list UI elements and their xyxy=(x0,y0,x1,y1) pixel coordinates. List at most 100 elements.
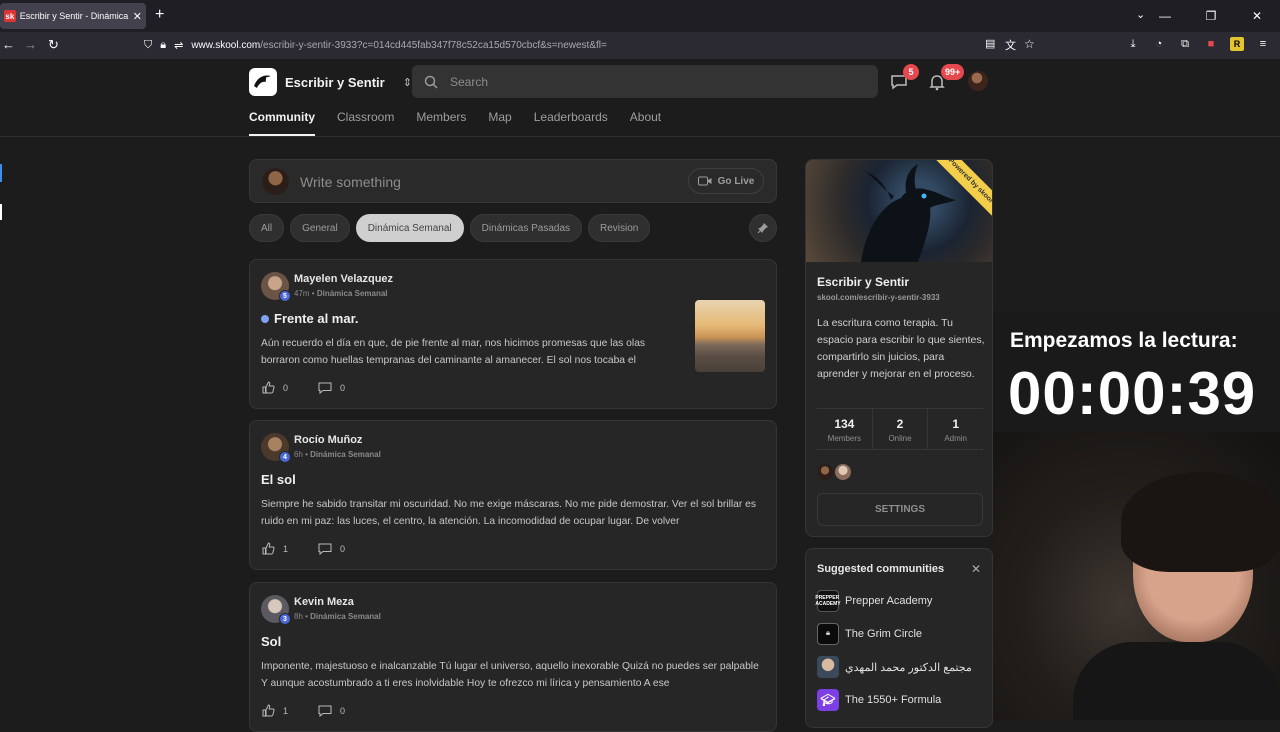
suggested-item[interactable]: PREPPER ACADEMY Prepper Academy xyxy=(815,590,932,612)
post-card[interactable]: 5 Mayelen Velazquez 47m • Dinámica Seman… xyxy=(249,259,777,409)
extension-r-icon[interactable]: R xyxy=(1230,37,1244,51)
community-card-name: Escribir y Sentir xyxy=(817,275,910,289)
stat-admin[interactable]: 1 Admin xyxy=(928,409,983,449)
suggested-item[interactable]: مجتمع الدكتور محمد المهدي xyxy=(817,656,972,678)
tab-title: Escribir y Sentir - Dinámica Semanal xyxy=(19,11,129,21)
minimize-icon[interactable]: — xyxy=(1142,9,1188,23)
post-body[interactable]: Imponente, majestuoso e inalcanzable Tú … xyxy=(261,658,761,692)
search-input[interactable] xyxy=(450,74,850,89)
level-badge: 5 xyxy=(279,290,291,302)
like-count: 0 xyxy=(283,382,289,393)
user-avatar[interactable] xyxy=(968,71,988,91)
like-icon[interactable] xyxy=(262,542,275,555)
prepper-academy-logo-icon: PREPPER ACADEMY xyxy=(815,590,841,612)
filter-general[interactable]: General xyxy=(290,214,350,242)
post-author[interactable]: Kevin Meza xyxy=(294,596,354,608)
browser-tab[interactable]: sk Escribir y Sentir - Dinámica Semanal … xyxy=(0,3,146,29)
extensions-icon[interactable]: ⧉ xyxy=(1178,37,1192,51)
comment-icon[interactable] xyxy=(318,543,332,555)
lock-icon[interactable]: 🔒︎ xyxy=(160,39,166,52)
post-body[interactable]: Siempre he sabido transitar mi oscuridad… xyxy=(261,496,761,530)
url-text[interactable]: www.skool.com/escribir-y-sentir-3933?c=0… xyxy=(191,40,607,51)
comment-icon[interactable] xyxy=(318,705,332,717)
member-avatars xyxy=(817,464,851,480)
translate-icon[interactable]: 文 xyxy=(1005,37,1016,53)
browser-tab-bar: sk Escribir y Sentir - Dinámica Semanal … xyxy=(0,0,1280,32)
unread-dot-icon xyxy=(261,314,269,323)
post-meta: 6h • Dinámica Semanal xyxy=(294,450,381,459)
browser-nav-bar: ← → ↻ ⛉ 🔒︎ ⇌ www.skool.com/escribir-y-se… xyxy=(0,32,1280,59)
stat-members[interactable]: 134 Members xyxy=(817,409,873,449)
category-filters: All General Dinámica Semanal Dinámicas P… xyxy=(249,214,651,242)
post-actions: 1 0 xyxy=(262,542,345,555)
comment-icon[interactable] xyxy=(318,382,332,394)
notifications-badge: 99+ xyxy=(941,64,965,80)
switch-chevron-icon[interactable]: ⇕ xyxy=(403,76,412,89)
settings-button[interactable]: SETTINGS xyxy=(817,493,983,526)
post-author[interactable]: Mayelen Velazquez xyxy=(294,273,393,285)
close-icon[interactable]: ✕ xyxy=(971,562,981,576)
comment-count: 0 xyxy=(340,543,346,554)
stat-online[interactable]: 2 Online xyxy=(873,409,929,449)
post-category[interactable]: Dinámica Semanal xyxy=(317,289,388,298)
header-divider xyxy=(0,136,1280,137)
back-arrow-icon[interactable]: ← xyxy=(2,37,15,52)
tab-members[interactable]: Members xyxy=(416,110,466,136)
extension-clock-icon[interactable]: ◔ xyxy=(1152,37,1166,51)
community-name: Escribir y Sentir xyxy=(285,74,385,90)
reload-icon[interactable]: ↻ xyxy=(48,37,59,53)
browser-toolbar: ⤓ ◔ ⧉ ■ R ≡ xyxy=(1126,37,1270,51)
tab-community[interactable]: Community xyxy=(249,110,315,136)
extension-red-icon[interactable]: ■ xyxy=(1204,37,1218,51)
post-author[interactable]: Rocío Muñoz xyxy=(294,434,362,446)
post-body[interactable]: Aún recuerdo el día en que, de pie frent… xyxy=(261,335,681,369)
community-avatar-icon xyxy=(817,656,839,678)
chat-badge: 5 xyxy=(903,64,919,80)
post-category[interactable]: Dinámica Semanal xyxy=(310,612,381,621)
tab-about[interactable]: About xyxy=(630,110,661,136)
download-icon[interactable]: ⤓ xyxy=(1126,37,1140,51)
timer-label: Empezamos la lectura: xyxy=(1010,329,1238,352)
filter-all[interactable]: All xyxy=(249,214,285,242)
tab-map[interactable]: Map xyxy=(488,110,511,136)
filter-revision[interactable]: Revision xyxy=(588,214,651,242)
tab-classroom[interactable]: Classroom xyxy=(337,110,394,136)
go-live-button[interactable]: Go Live xyxy=(688,168,764,194)
shield-icon[interactable]: ⛉ xyxy=(144,39,152,52)
search-bar[interactable] xyxy=(412,65,878,98)
post-thumbnail[interactable] xyxy=(695,300,765,372)
suggested-item[interactable]: 🎓︎ The 1550+ Formula xyxy=(817,689,941,711)
forward-arrow-icon[interactable]: → xyxy=(24,37,37,52)
community-switcher[interactable]: Escribir y Sentir ⇕ xyxy=(249,68,412,96)
composer-placeholder[interactable]: Write something xyxy=(300,174,401,190)
like-icon[interactable] xyxy=(262,381,275,394)
post-card[interactable]: 4 Rocío Muñoz 6h • Dinámica Semanal El s… xyxy=(249,420,777,570)
address-bar[interactable]: ⛉ 🔒︎ ⇌ www.skool.com/escribir-y-sentir-3… xyxy=(144,34,1044,56)
like-icon[interactable] xyxy=(262,704,275,717)
avatar[interactable] xyxy=(817,464,833,480)
post-title[interactable]: Frente al mar. xyxy=(261,311,359,326)
post-composer[interactable]: Write something Go Live xyxy=(249,159,777,203)
close-tab-icon[interactable]: ✕ xyxy=(133,10,142,23)
post-card[interactable]: 3 Kevin Meza 8h • Dinámica Semanal Sol I… xyxy=(249,582,777,732)
grim-circle-logo-icon: ☠ xyxy=(817,623,839,645)
pin-filter-button[interactable] xyxy=(749,214,777,242)
new-tab-icon[interactable]: + xyxy=(155,6,164,24)
skool-favicon-icon: sk xyxy=(4,10,16,22)
tab-leaderboards[interactable]: Leaderboards xyxy=(534,110,608,136)
close-window-icon[interactable]: ✕ xyxy=(1234,9,1280,23)
post-title[interactable]: Sol xyxy=(261,634,281,649)
filter-dinamicas-pasadas[interactable]: Dinámicas Pasadas xyxy=(469,214,583,242)
restore-icon[interactable]: ❐ xyxy=(1188,9,1234,23)
post-category[interactable]: Dinámica Semanal xyxy=(310,450,381,459)
avatar[interactable] xyxy=(835,464,851,480)
filter-dinamica-semanal[interactable]: Dinámica Semanal xyxy=(355,214,464,242)
graduation-cap-icon: 🎓︎ xyxy=(817,689,839,711)
suggested-item[interactable]: ☠ The Grim Circle xyxy=(817,623,922,645)
left-edge-marker xyxy=(0,204,2,220)
permissions-icon[interactable]: ⇌ xyxy=(174,39,183,52)
bookmark-star-icon[interactable]: ☆ xyxy=(1024,37,1035,51)
post-title[interactable]: El sol xyxy=(261,472,296,487)
reader-view-icon[interactable]: ▤ xyxy=(985,37,995,50)
menu-icon[interactable]: ≡ xyxy=(1256,37,1270,51)
